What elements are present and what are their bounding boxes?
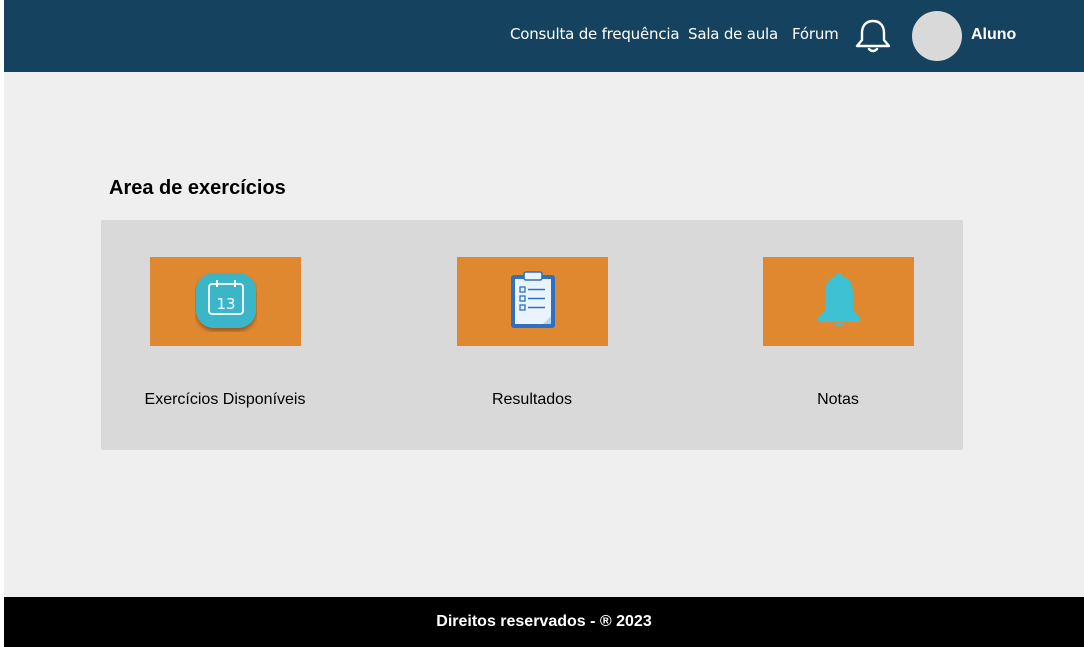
section-title: Area de exercícios: [109, 177, 286, 199]
card-label: Exercícios Disponíveis: [144, 391, 306, 408]
page: Consulta de frequência Sala de aula Fóru…: [4, 0, 1084, 647]
footer-copyright: Direitos reservados - ® 2023: [436, 613, 652, 630]
footer: Direitos reservados - ® 2023: [4, 597, 1084, 647]
nav-link-frequency[interactable]: Consulta de frequência: [510, 25, 680, 43]
bell-icon: [818, 273, 860, 327]
card-tile[interactable]: [763, 257, 914, 346]
clipboard-checklist-icon: [511, 271, 555, 328]
card-tile[interactable]: [457, 257, 608, 346]
card-tile[interactable]: 13: [150, 257, 301, 346]
exercise-panel: 13 Exercícios Disponíveis Resultados Not…: [101, 220, 963, 450]
notification-bell-icon[interactable]: [854, 18, 892, 54]
calendar-day-text: 13: [216, 295, 235, 313]
top-navbar: Consulta de frequência Sala de aula Fóru…: [4, 0, 1084, 72]
card-label: Notas: [817, 391, 859, 408]
card-label: Resultados: [491, 391, 573, 408]
user-name[interactable]: Aluno: [971, 26, 1016, 44]
nav-link-forum[interactable]: Fórum: [792, 25, 839, 43]
calendar-icon: 13: [196, 273, 256, 328]
nav-link-classroom[interactable]: Sala de aula: [688, 25, 778, 43]
user-avatar[interactable]: [912, 11, 962, 61]
